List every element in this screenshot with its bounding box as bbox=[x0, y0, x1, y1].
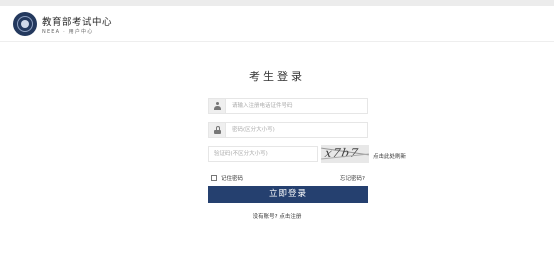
remember-label: 记住密码 bbox=[221, 176, 244, 182]
site-subtitle: NEEA · 用户中心 bbox=[42, 29, 94, 35]
captcha-image[interactable]: x7b7 bbox=[321, 145, 369, 163]
captcha-input[interactable] bbox=[214, 147, 314, 161]
remember-password[interactable]: 记住密码 bbox=[211, 174, 243, 182]
site-title: 教育部考试中心 bbox=[42, 17, 113, 28]
person-icon bbox=[214, 102, 221, 110]
login-button[interactable]: 立即登录 bbox=[208, 186, 368, 203]
register-row: 没有账号? 点击注册 bbox=[0, 212, 554, 220]
captcha-field bbox=[208, 146, 318, 162]
refresh-captcha-link[interactable]: 点击此处刷新 bbox=[373, 152, 406, 160]
username-icon-box bbox=[209, 99, 226, 113]
password-icon-box bbox=[209, 123, 226, 137]
neea-logo[interactable] bbox=[13, 12, 37, 36]
forgot-password-link[interactable]: 忘记密码? bbox=[340, 174, 365, 182]
register-link[interactable]: 点击注册 bbox=[279, 214, 301, 220]
remember-checkbox[interactable] bbox=[211, 175, 217, 181]
login-title: 考生登录 bbox=[249, 70, 305, 83]
logo-core bbox=[21, 20, 29, 28]
username-input[interactable] bbox=[232, 99, 365, 113]
username-field bbox=[208, 98, 368, 114]
no-account-label: 没有账号? bbox=[252, 214, 278, 220]
password-input[interactable] bbox=[232, 123, 365, 137]
password-field bbox=[208, 122, 368, 138]
site-header: 教育部考试中心 NEEA · 用户中心 bbox=[0, 6, 554, 42]
lock-icon bbox=[214, 126, 221, 134]
